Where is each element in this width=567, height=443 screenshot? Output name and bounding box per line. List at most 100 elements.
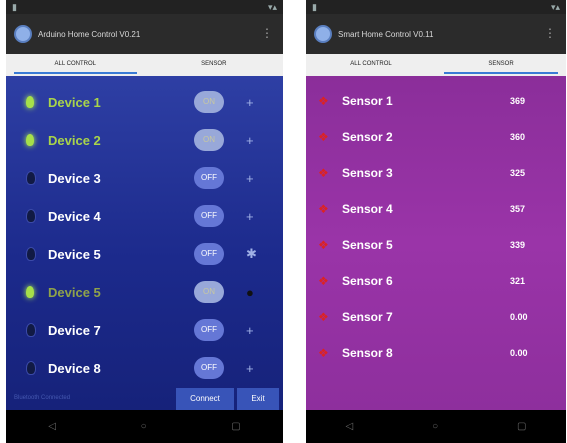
device-action-icon[interactable]: + bbox=[246, 171, 254, 186]
device-toggle-button[interactable]: ON bbox=[194, 281, 224, 303]
nav-bar: ◁ ○ ▢ bbox=[306, 410, 566, 443]
tab-all-control[interactable]: ALL CONTROL bbox=[6, 54, 145, 76]
device-row: Device 8 OFF + bbox=[6, 350, 283, 386]
status-left-icon: ▮ bbox=[12, 2, 17, 12]
device-action-icon[interactable]: + bbox=[246, 209, 254, 224]
sensor-value: 357 bbox=[510, 204, 526, 214]
device-action-icon[interactable]: + bbox=[246, 133, 254, 148]
connection-status: Bluetooth Connected bbox=[14, 395, 71, 401]
device-row: Device 5 OFF ✱ bbox=[6, 236, 283, 272]
app-title: Smart Home Control V0.11 bbox=[338, 29, 434, 39]
bulb-icon bbox=[26, 209, 36, 223]
device-action-icon[interactable]: + bbox=[246, 361, 254, 376]
sensor-name: Sensor 8 bbox=[342, 346, 393, 360]
bulb-icon bbox=[26, 171, 36, 185]
device-name: Device 8 bbox=[48, 360, 101, 376]
action-bar: Arduino Home Control V0.21 ⋮ bbox=[6, 14, 283, 54]
device-list: Device 1 ON + Device 2 ON + Device 3 OFF… bbox=[6, 76, 283, 410]
sensor-value: 321 bbox=[510, 276, 526, 286]
fan-icon[interactable]: ✱ bbox=[246, 246, 257, 262]
device-row: Device 3 OFF + bbox=[6, 160, 283, 196]
sensor-name: Sensor 2 bbox=[342, 130, 393, 144]
bulb-icon bbox=[26, 286, 34, 298]
sensor-name: Sensor 7 bbox=[342, 310, 393, 324]
sensor-row: ❖ Sensor 5 339 bbox=[306, 228, 566, 264]
device-name: Device 2 bbox=[48, 132, 101, 148]
device-toggle-button[interactable]: ON bbox=[194, 129, 224, 151]
tab-sensor[interactable]: SENSOR bbox=[145, 54, 284, 76]
device-name: Device 4 bbox=[48, 208, 101, 224]
status-right-icons: ▾▴ bbox=[550, 2, 560, 12]
sensor-icon: ❖ bbox=[318, 274, 329, 288]
connect-button[interactable]: Connect bbox=[176, 388, 234, 410]
sensor-icon: ❖ bbox=[318, 310, 329, 324]
sensor-row: ❖ Sensor 8 0.00 bbox=[306, 336, 566, 372]
action-bar: Smart Home Control V0.11 ⋮ bbox=[306, 14, 566, 54]
tab-sensor[interactable]: SENSOR bbox=[436, 54, 566, 76]
status-right-icons: ▾▴ bbox=[267, 2, 277, 12]
home-icon[interactable]: ○ bbox=[432, 421, 438, 432]
power-icon[interactable]: ● bbox=[246, 285, 254, 300]
app-title: Arduino Home Control V0.21 bbox=[38, 29, 141, 39]
device-toggle-button[interactable]: OFF bbox=[194, 319, 224, 341]
sensor-icon: ❖ bbox=[318, 346, 329, 360]
overflow-menu-icon[interactable]: ⋮ bbox=[544, 26, 556, 40]
sensor-list: ❖ Sensor 1 369 ❖ Sensor 2 360 ❖ Sensor 3… bbox=[306, 76, 566, 410]
sensor-name: Sensor 6 bbox=[342, 274, 393, 288]
home-icon[interactable]: ○ bbox=[141, 421, 147, 432]
sensor-icon: ❖ bbox=[318, 202, 329, 216]
sensor-name: Sensor 1 bbox=[342, 94, 393, 108]
nav-bar: ◁ ○ ▢ bbox=[6, 410, 283, 443]
status-bar: ▮ ▾▴ bbox=[6, 0, 283, 14]
device-name: Device 5 bbox=[48, 246, 101, 262]
tab-bar: ALL CONTROL SENSOR bbox=[306, 54, 566, 76]
device-toggle-button[interactable]: OFF bbox=[194, 167, 224, 189]
bulb-icon bbox=[26, 96, 34, 108]
exit-button[interactable]: Exit bbox=[237, 388, 279, 410]
sensor-row: ❖ Sensor 7 0.00 bbox=[306, 300, 566, 336]
sensor-icon: ❖ bbox=[318, 238, 329, 252]
sensor-icon: ❖ bbox=[318, 130, 329, 144]
bulb-icon bbox=[26, 323, 36, 337]
sensor-name: Sensor 5 bbox=[342, 238, 393, 252]
sensor-value: 0.00 bbox=[510, 348, 528, 358]
device-toggle-button[interactable]: ON bbox=[194, 91, 224, 113]
sensor-row: ❖ Sensor 1 369 bbox=[306, 84, 566, 120]
phone-device-control: ▮ ▾▴ Arduino Home Control V0.21 ⋮ ALL CO… bbox=[6, 0, 283, 443]
app-logo-icon bbox=[14, 25, 32, 43]
bottom-controls: Bluetooth Connected Connect Exit bbox=[6, 388, 283, 410]
device-row: Device 4 OFF + bbox=[6, 198, 283, 234]
back-icon[interactable]: ◁ bbox=[345, 421, 353, 432]
recent-apps-icon[interactable]: ▢ bbox=[231, 421, 240, 432]
phone-sensor-view: ▮ ▾▴ Smart Home Control V0.11 ⋮ ALL CONT… bbox=[306, 0, 566, 443]
tab-bar: ALL CONTROL SENSOR bbox=[6, 54, 283, 76]
sensor-icon: ❖ bbox=[318, 94, 329, 108]
sensor-value: 0.00 bbox=[510, 312, 528, 322]
sensor-value: 339 bbox=[510, 240, 526, 250]
device-row: Device 1 ON + bbox=[6, 84, 283, 120]
device-toggle-button[interactable]: OFF bbox=[194, 357, 224, 379]
device-name: Device 3 bbox=[48, 170, 101, 186]
bulb-icon bbox=[26, 134, 34, 146]
sensor-row: ❖ Sensor 6 321 bbox=[306, 264, 566, 300]
sensor-value: 369 bbox=[510, 96, 526, 106]
recent-apps-icon[interactable]: ▢ bbox=[517, 421, 526, 432]
device-toggle-button[interactable]: OFF bbox=[194, 205, 224, 227]
device-name: Device 7 bbox=[48, 322, 101, 338]
sensor-value: 325 bbox=[510, 168, 526, 178]
device-action-icon[interactable]: + bbox=[246, 95, 254, 110]
sensor-value: 360 bbox=[510, 132, 526, 142]
bulb-icon bbox=[26, 247, 36, 261]
device-row: Device 2 ON + bbox=[6, 122, 283, 158]
device-row: Device 5 ON ● bbox=[6, 274, 283, 310]
device-name: Device 1 bbox=[48, 94, 101, 110]
sensor-name: Sensor 3 bbox=[342, 166, 393, 180]
device-name: Device 5 bbox=[48, 284, 101, 300]
back-icon[interactable]: ◁ bbox=[48, 421, 56, 432]
device-action-icon[interactable]: + bbox=[246, 323, 254, 338]
device-toggle-button[interactable]: OFF bbox=[194, 243, 224, 265]
overflow-menu-icon[interactable]: ⋮ bbox=[261, 26, 273, 40]
tab-all-control[interactable]: ALL CONTROL bbox=[306, 54, 436, 76]
sensor-row: ❖ Sensor 2 360 bbox=[306, 120, 566, 156]
status-left-icon: ▮ bbox=[312, 2, 317, 12]
